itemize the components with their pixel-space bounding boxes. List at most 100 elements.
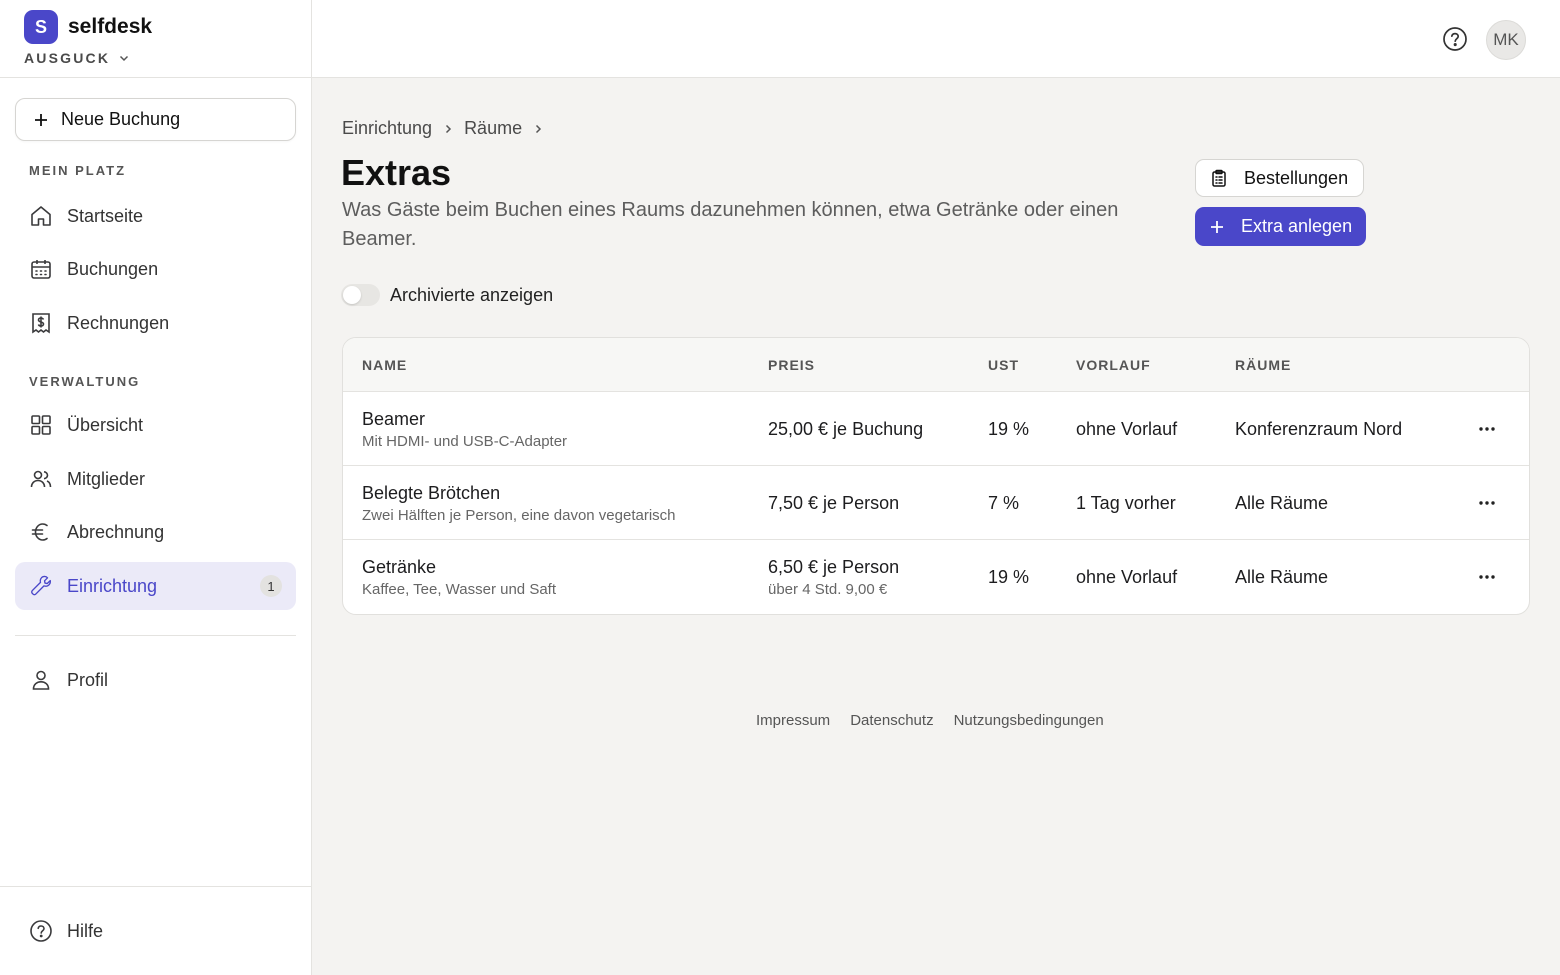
brand-name: selfdesk [68, 15, 153, 38]
extra-lead-time: ohne Vorlauf [1076, 419, 1178, 439]
table-header: NAME PREIS UST VORLAUF RÄUME [343, 338, 1529, 392]
euro-icon [31, 523, 48, 541]
extra-price: 6,50 € je Person [768, 557, 900, 577]
chevron-right-icon [446, 124, 452, 133]
sidebar-bottom-divider [0, 886, 312, 887]
user-icon [32, 670, 50, 690]
breadcrumb-item-einrichtung[interactable]: Einrichtung [342, 118, 432, 139]
extra-price: 25,00 € je Buchung [768, 419, 924, 439]
column-header-vat: UST [988, 357, 1019, 373]
sidebar-item-einrichtung[interactable]: Einrichtung 1 [15, 562, 296, 610]
breadcrumb: Einrichtung Räume [342, 118, 544, 139]
add-extra-button-label: Extra anlegen [1241, 216, 1353, 236]
sidebar-item-abrechnung[interactable]: Abrechnung [15, 508, 296, 556]
sidebar-item-hilfe[interactable]: Hilfe [15, 907, 296, 955]
sidebar-item-uebersicht[interactable]: Übersicht [15, 401, 296, 449]
sidebar-item-label: Hilfe [67, 920, 104, 941]
archived-toggle-label: Archivierte anzeigen [390, 284, 554, 305]
section-label-my-place: MEIN PLATZ [29, 163, 127, 178]
extra-name: Getränke [362, 557, 437, 577]
row-actions-button[interactable] [1475, 417, 1499, 441]
add-extra-button[interactable]: Extra anlegen [1195, 207, 1366, 246]
plus-icon [35, 113, 47, 126]
sidebar-item-profil[interactable]: Profil [15, 656, 296, 704]
extra-vat: 19 % [988, 419, 1030, 439]
sidebar-item-label: Einrichtung [67, 575, 158, 596]
archived-toggle-row: Archivierte anzeigen [341, 284, 553, 306]
sidebar-item-buchungen[interactable]: Buchungen [15, 245, 296, 293]
help-icon [30, 920, 52, 942]
sidebar-item-label: Übersicht [67, 414, 144, 435]
extra-lead-time: 1 Tag vorher [1076, 493, 1176, 513]
help-icon [1443, 27, 1467, 51]
extra-name: Beamer [362, 409, 426, 429]
avatar[interactable]: MK [1486, 20, 1526, 60]
brand-header: S selfdesk AUSGUCK [0, 0, 311, 78]
footer: Impressum Datenschutz Nutzungsbedingunge… [756, 712, 1104, 729]
extra-price: 7,50 € je Person [768, 493, 900, 513]
extra-rooms: Alle Räume [1235, 493, 1329, 513]
extra-vat: 19 % [988, 567, 1030, 587]
column-header-name: NAME [362, 357, 408, 373]
column-header-rooms: RÄUME [1235, 357, 1292, 373]
table-row[interactable]: Belegte Brötchen Zwei Hälften je Person,… [343, 466, 1529, 540]
sidebar-item-rechnungen[interactable]: Rechnungen [15, 299, 296, 347]
top-bar: MK [312, 0, 1560, 78]
extras-table: NAME PREIS UST VORLAUF RÄUME Beamer Mit … [342, 337, 1530, 615]
extra-rooms: Alle Räume [1235, 567, 1329, 587]
archived-toggle[interactable] [341, 284, 380, 306]
help-button[interactable] [1442, 26, 1468, 52]
brand-logo[interactable]: S [24, 10, 58, 44]
home-icon [31, 206, 51, 226]
extra-description: Mit HDMI- und USB-C-Adapter [362, 433, 568, 450]
table-row[interactable]: Beamer Mit HDMI- und USB-C-Adapter 25,00… [343, 392, 1529, 466]
more-horizontal-icon [1479, 427, 1495, 431]
extra-description: Kaffee, Tee, Wasser und Saft [362, 581, 557, 598]
clipboard-icon [1212, 169, 1226, 187]
footer-link-nutzungsbedingungen[interactable]: Nutzungsbedingungen [954, 712, 1104, 729]
new-booking-label: Neue Buchung [61, 109, 181, 129]
sidebar-item-label: Mitglieder [67, 468, 146, 489]
page-title: Extras [341, 152, 452, 193]
sidebar-item-label: Rechnungen [67, 312, 170, 333]
wrench-icon [31, 575, 52, 596]
table-row[interactable]: Getränke Kaffee, Tee, Wasser und Saft 6,… [343, 540, 1529, 614]
sidebar-divider [15, 635, 296, 636]
orders-button-label: Bestellungen [1244, 167, 1349, 188]
row-actions-button[interactable] [1475, 491, 1499, 515]
page-subtitle: Was Gäste beim Buchen eines Raums dazune… [342, 199, 1119, 250]
workspace-switcher[interactable]: AUSGUCK [24, 50, 130, 66]
more-horizontal-icon [1479, 575, 1495, 579]
sidebar-item-startseite[interactable]: Startseite [15, 192, 296, 240]
new-booking-button[interactable]: Neue Buchung [15, 98, 296, 141]
sidebar-item-mitglieder[interactable]: Mitglieder [15, 455, 296, 503]
plus-icon [1211, 220, 1223, 233]
chevron-down-icon [120, 55, 129, 62]
sidebar-item-label: Profil [67, 669, 109, 690]
extra-price-extended: über 4 Std. 9,00 € [768, 581, 888, 598]
sidebar: S selfdesk AUSGUCK Neue Buchung MEIN PLA… [0, 0, 312, 975]
extra-lead-time: ohne Vorlauf [1076, 567, 1178, 587]
column-header-price: PREIS [768, 357, 816, 373]
sidebar-item-label: Startseite [67, 205, 144, 226]
invoice-icon [32, 313, 50, 334]
breadcrumb-item-raeume[interactable]: Räume [464, 118, 522, 139]
section-label-admin: VERWALTUNG [29, 374, 141, 389]
extra-rooms: Konferenzraum Nord [1235, 419, 1403, 439]
footer-link-impressum[interactable]: Impressum [756, 712, 830, 729]
more-horizontal-icon [1479, 501, 1495, 505]
extra-vat: 7 % [988, 493, 1020, 513]
calendar-icon [31, 260, 51, 279]
row-actions-button[interactable] [1475, 565, 1499, 589]
orders-button[interactable]: Bestellungen [1195, 159, 1364, 197]
grid-icon [31, 415, 51, 435]
workspace-name: AUSGUCK [24, 50, 111, 66]
chevron-right-icon [536, 124, 542, 133]
notification-badge: 1 [260, 575, 282, 597]
sidebar-item-label: Buchungen [67, 258, 159, 279]
sidebar-item-label: Abrechnung [67, 521, 165, 542]
column-header-lead-time: VORLAUF [1076, 357, 1151, 373]
extra-name: Belegte Brötchen [362, 483, 501, 503]
extra-description: Zwei Hälften je Person, eine davon veget… [362, 507, 676, 524]
footer-link-datenschutz[interactable]: Datenschutz [850, 712, 933, 729]
